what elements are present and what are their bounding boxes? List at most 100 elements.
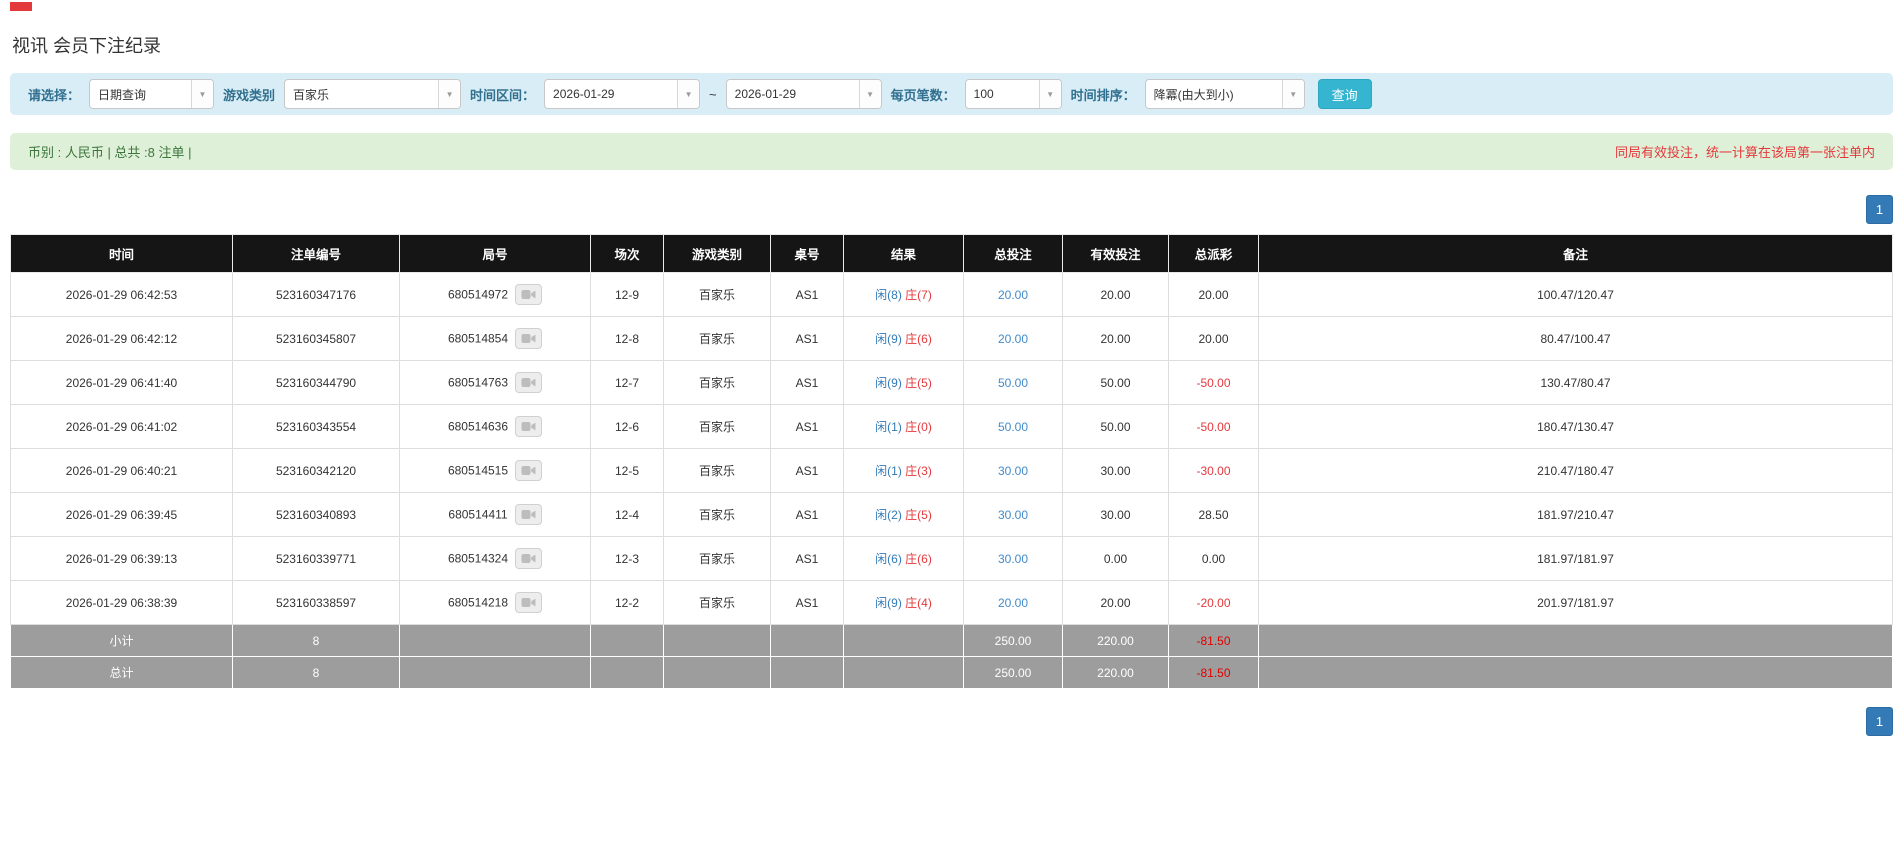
cell-bet-id: 523160345807 bbox=[232, 316, 400, 361]
video-replay-button[interactable] bbox=[515, 592, 543, 613]
cell-round: 680514636 bbox=[399, 404, 591, 449]
cell-empty bbox=[1258, 624, 1893, 657]
cell-payout: 0.00 bbox=[1168, 536, 1259, 581]
cell-bet-id: 523160339771 bbox=[232, 536, 400, 581]
cell-empty bbox=[663, 624, 771, 657]
cell-valid-bet: 220.00 bbox=[1062, 624, 1169, 657]
cell-total-bet: 50.00 bbox=[963, 404, 1063, 449]
cell-session: 12-6 bbox=[590, 404, 664, 449]
cell-table: AS1 bbox=[770, 360, 844, 405]
video-replay-button[interactable] bbox=[515, 460, 543, 481]
cell-valid-bet: 20.00 bbox=[1062, 316, 1169, 361]
cell-total-bet: 30.00 bbox=[963, 536, 1063, 581]
cell-round: 680514324 bbox=[399, 536, 591, 581]
cell-time: 2026-01-29 06:42:12 bbox=[10, 316, 233, 361]
chevron-down-icon[interactable]: ▼ bbox=[438, 80, 461, 108]
video-replay-button[interactable] bbox=[514, 504, 542, 525]
video-camera-icon bbox=[521, 422, 536, 431]
cell-label: 小计 bbox=[10, 624, 233, 657]
chevron-down-icon[interactable]: ▼ bbox=[677, 80, 700, 108]
time-range-label: 时间区间： bbox=[470, 87, 536, 103]
cell-result: 闲(9) 庄(5) bbox=[843, 360, 964, 405]
result-player: 闲(6) bbox=[875, 552, 902, 566]
video-camera-icon bbox=[521, 510, 536, 519]
cell-valid-bet: 30.00 bbox=[1062, 448, 1169, 493]
game-category-label: 游戏类别 bbox=[223, 87, 276, 103]
cell-session: 12-3 bbox=[590, 536, 664, 581]
per-page-dropdown[interactable]: 100 ▼ bbox=[964, 79, 1062, 109]
page-1-button[interactable]: 1 bbox=[1866, 195, 1893, 224]
cell-bet-id: 523160338597 bbox=[232, 580, 400, 625]
chevron-down-icon[interactable]: ▼ bbox=[191, 80, 214, 108]
payout-value: 20.00 bbox=[1198, 331, 1229, 346]
search-button[interactable]: 查询 bbox=[1317, 79, 1372, 109]
cell-total-bet: 30.00 bbox=[963, 448, 1063, 493]
cell-note: 181.97/181.97 bbox=[1258, 536, 1893, 581]
logo-fragment bbox=[10, 2, 32, 11]
cell-time: 2026-01-29 06:38:39 bbox=[10, 580, 233, 625]
cell-payout: -20.00 bbox=[1168, 580, 1259, 625]
summary-notice-text: 同局有效投注，统一计算在该局第一张注单内 bbox=[1614, 145, 1875, 160]
cell-bet-id: 523160347176 bbox=[232, 272, 400, 317]
total-bet-link[interactable]: 30.00 bbox=[998, 508, 1028, 522]
result-banker: 庄(5) bbox=[905, 376, 932, 390]
video-replay-button[interactable] bbox=[515, 372, 543, 393]
select-type-dropdown[interactable]: 日期查询 ▼ bbox=[89, 79, 215, 109]
subtotal-row: 小计 8 250.00 220.00 -81.50 bbox=[10, 624, 1893, 657]
cell-empty bbox=[399, 656, 591, 689]
date-from-dropdown[interactable]: 2026-01-29 ▼ bbox=[544, 79, 701, 109]
cell-game: 百家乐 bbox=[663, 316, 771, 361]
cell-valid-bet: 50.00 bbox=[1062, 360, 1169, 405]
cell-valid-bet: 220.00 bbox=[1062, 656, 1169, 689]
result-banker: 庄(5) bbox=[905, 508, 932, 522]
cell-empty bbox=[663, 656, 771, 689]
table-row: 2026-01-29 06:39:45 523160340893 6805144… bbox=[10, 492, 1893, 537]
cell-valid-bet: 20.00 bbox=[1062, 580, 1169, 625]
total-bet-link[interactable]: 50.00 bbox=[998, 420, 1028, 434]
cell-total-bet: 20.00 bbox=[963, 316, 1063, 361]
cell-time: 2026-01-29 06:39:13 bbox=[10, 536, 233, 581]
video-camera-icon bbox=[521, 290, 536, 299]
result-banker: 庄(6) bbox=[905, 332, 932, 346]
chevron-down-icon[interactable]: ▼ bbox=[1038, 80, 1061, 108]
cell-time: 2026-01-29 06:39:45 bbox=[10, 492, 233, 537]
total-bet-link[interactable]: 30.00 bbox=[998, 464, 1028, 478]
cell-payout: -81.50 bbox=[1168, 624, 1259, 657]
video-replay-button[interactable] bbox=[515, 416, 543, 437]
sort-order-value: 降冪(由大到小) bbox=[1153, 87, 1234, 102]
cell-empty bbox=[590, 656, 664, 689]
select-type-label: 请选择： bbox=[28, 87, 81, 103]
result-player: 闲(9) bbox=[875, 376, 902, 390]
sort-order-dropdown[interactable]: 降冪(由大到小) ▼ bbox=[1144, 79, 1305, 109]
video-camera-icon bbox=[521, 466, 536, 475]
total-bet-link[interactable]: 20.00 bbox=[998, 596, 1028, 610]
game-category-dropdown[interactable]: 百家乐 ▼ bbox=[284, 79, 462, 109]
cell-session: 12-4 bbox=[590, 492, 664, 537]
table-row: 2026-01-29 06:41:40 523160344790 6805147… bbox=[10, 360, 1893, 405]
total-bet-link[interactable]: 30.00 bbox=[998, 552, 1028, 566]
date-to-dropdown[interactable]: 2026-01-29 ▼ bbox=[725, 79, 882, 109]
video-replay-button[interactable] bbox=[515, 328, 543, 349]
total-bet-link[interactable]: 20.00 bbox=[998, 332, 1028, 346]
result-banker: 庄(6) bbox=[905, 552, 932, 566]
date-to-value: 2026-01-29 bbox=[734, 87, 797, 101]
video-replay-button[interactable] bbox=[515, 548, 543, 569]
total-bet-link[interactable]: 20.00 bbox=[998, 288, 1028, 302]
cell-bet-id: 523160340893 bbox=[232, 492, 400, 537]
cell-valid-bet: 30.00 bbox=[1062, 492, 1169, 537]
chevron-down-icon[interactable]: ▼ bbox=[1281, 80, 1304, 108]
chevron-down-icon[interactable]: ▼ bbox=[858, 80, 881, 108]
cell-empty bbox=[1258, 656, 1893, 689]
result-banker: 庄(0) bbox=[905, 420, 932, 434]
column-header: 场次 bbox=[590, 234, 664, 273]
cell-game: 百家乐 bbox=[663, 404, 771, 449]
bet-records-table: 时间 注单编号 局号 场次 游戏类别 桌号 结果 总投注 有效投注 总派彩 备注 2026-01-2… bbox=[10, 234, 1893, 689]
cell-session: 12-9 bbox=[590, 272, 664, 317]
column-header: 总派彩 bbox=[1168, 234, 1259, 273]
page-1-button[interactable]: 1 bbox=[1866, 707, 1893, 736]
cell-valid-bet: 20.00 bbox=[1062, 272, 1169, 317]
result-banker: 庄(3) bbox=[905, 464, 932, 478]
video-replay-button[interactable] bbox=[515, 284, 543, 305]
payout-value: -50.00 bbox=[1196, 419, 1231, 434]
total-bet-link[interactable]: 50.00 bbox=[998, 376, 1028, 390]
